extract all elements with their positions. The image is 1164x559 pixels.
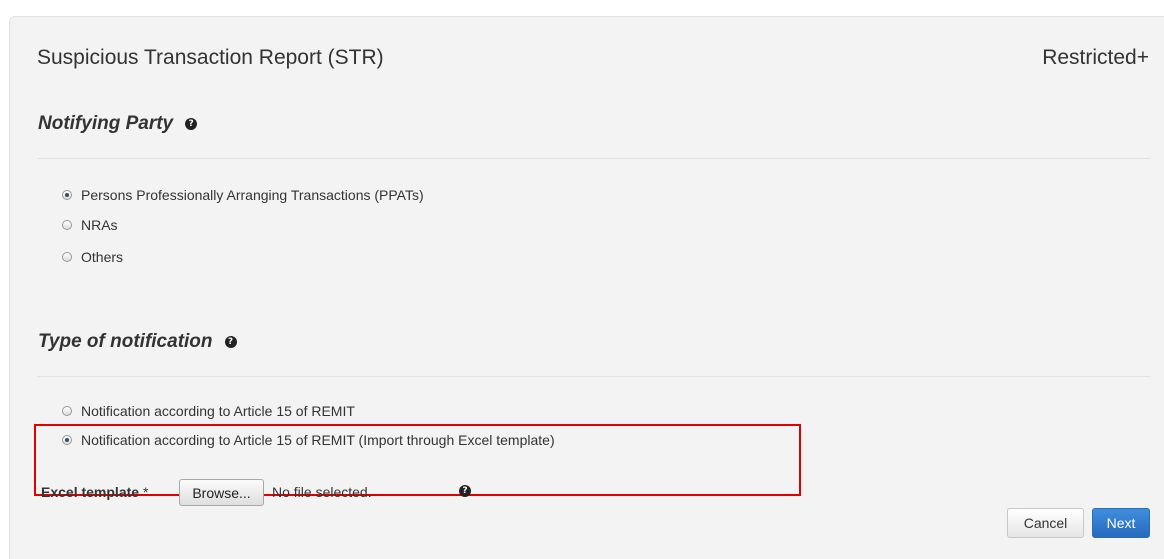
question-circle-icon[interactable]: ? [224, 336, 237, 348]
radio-button[interactable] [62, 252, 72, 262]
question-circle-icon[interactable]: ? [185, 118, 198, 130]
required-marker: * [142, 484, 149, 500]
radio-button[interactable] [62, 406, 72, 416]
radio-button[interactable] [62, 435, 72, 445]
page-title: Suspicious Transaction Report (STR) [37, 46, 384, 69]
radio-button[interactable] [62, 190, 72, 200]
notification-type-heading: Type of notification ? [38, 331, 237, 353]
radio-label: Notification according to Article 15 of … [81, 403, 355, 419]
radio-label: Persons Professionally Arranging Transac… [81, 187, 424, 203]
radio-label: NRAs [81, 217, 118, 233]
radio-option-nras[interactable]: NRAs [62, 217, 118, 233]
file-status: No file selected. [272, 484, 372, 500]
notifying-party-heading: Notifying Party ? [38, 113, 198, 135]
excel-template-label-text: Excel template [41, 484, 140, 500]
notifying-party-title: Notifying Party [38, 113, 174, 134]
browse-button[interactable]: Browse... [179, 479, 264, 506]
radio-option-article-15[interactable]: Notification according to Article 15 of … [62, 403, 355, 419]
excel-template-label: Excel template * [41, 484, 148, 500]
notification-type-title: Type of notification [38, 331, 213, 352]
radio-label: Notification according to Article 15 of … [81, 432, 555, 448]
radio-label: Others [81, 249, 124, 265]
radio-option-others[interactable]: Others [62, 249, 123, 265]
radio-button[interactable] [62, 220, 72, 230]
question-circle-icon[interactable]: ? [459, 485, 471, 497]
radio-option-ppats[interactable]: Persons Professionally Arranging Transac… [62, 187, 424, 203]
radio-option-article-15-excel[interactable]: Notification according to Article 15 of … [62, 432, 555, 448]
divider [37, 376, 1150, 377]
next-button[interactable]: Next [1092, 508, 1150, 538]
classification-label: Restricted+ [1042, 46, 1149, 69]
cancel-button[interactable]: Cancel [1007, 508, 1084, 538]
divider [37, 158, 1150, 159]
